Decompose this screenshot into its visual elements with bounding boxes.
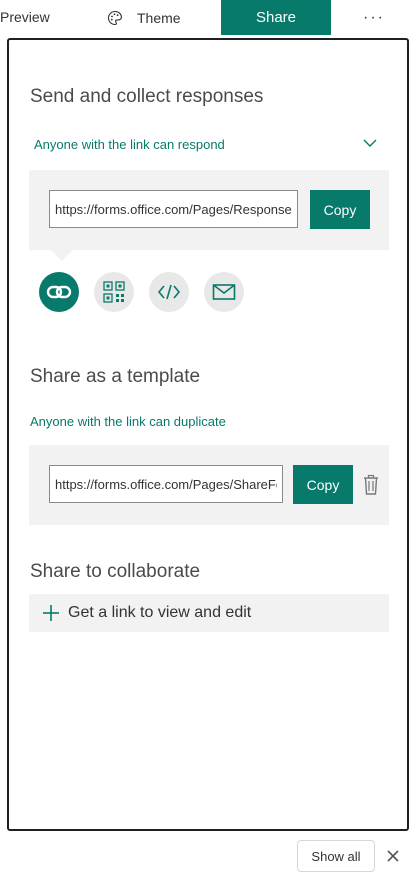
chevron-down-icon[interactable]: [362, 137, 378, 149]
top-toolbar: Preview Theme Share ···: [0, 0, 411, 36]
share-email-button[interactable]: [204, 272, 244, 312]
trash-icon[interactable]: [361, 474, 381, 496]
link-icon: [46, 285, 72, 299]
share-qr-code-button[interactable]: [94, 272, 134, 312]
copy-template-link-button[interactable]: Copy: [293, 465, 353, 504]
share-tab[interactable]: Share: [221, 0, 331, 35]
template-link-box: Copy: [29, 445, 389, 525]
template-section-title: Share as a template: [30, 366, 201, 387]
template-url-field[interactable]: [49, 465, 283, 503]
selected-method-pointer: [51, 250, 73, 261]
get-edit-link-label: Get a link to view and edit: [68, 604, 252, 621]
collaborate-section-title: Share to collaborate: [30, 561, 201, 582]
template-permission-text: Anyone with the link can duplicate: [30, 414, 226, 429]
more-options-icon[interactable]: ···: [362, 6, 386, 30]
show-all-button[interactable]: Show all: [297, 840, 375, 872]
email-icon: [212, 284, 236, 300]
share-embed-button[interactable]: [149, 272, 189, 312]
embed-code-icon: [157, 284, 181, 300]
response-url-field[interactable]: [49, 190, 298, 228]
response-permission-dropdown[interactable]: Anyone with the link can respond: [34, 137, 225, 152]
theme-tab[interactable]: Theme: [107, 6, 181, 30]
theme-label: Theme: [137, 10, 181, 26]
response-link-box: Copy: [29, 170, 389, 250]
copy-response-link-button[interactable]: Copy: [310, 190, 370, 229]
preview-tab[interactable]: Preview: [0, 9, 50, 25]
get-edit-link-button[interactable]: Get a link to view and edit: [29, 594, 389, 632]
palette-icon: [107, 10, 123, 26]
qr-code-icon: [103, 281, 125, 303]
share-panel: Send and collect responses Anyone with t…: [7, 38, 409, 831]
send-section-title: Send and collect responses: [30, 86, 264, 107]
plus-icon: [43, 605, 59, 621]
share-link-button[interactable]: [39, 272, 79, 312]
close-icon[interactable]: [384, 847, 402, 865]
